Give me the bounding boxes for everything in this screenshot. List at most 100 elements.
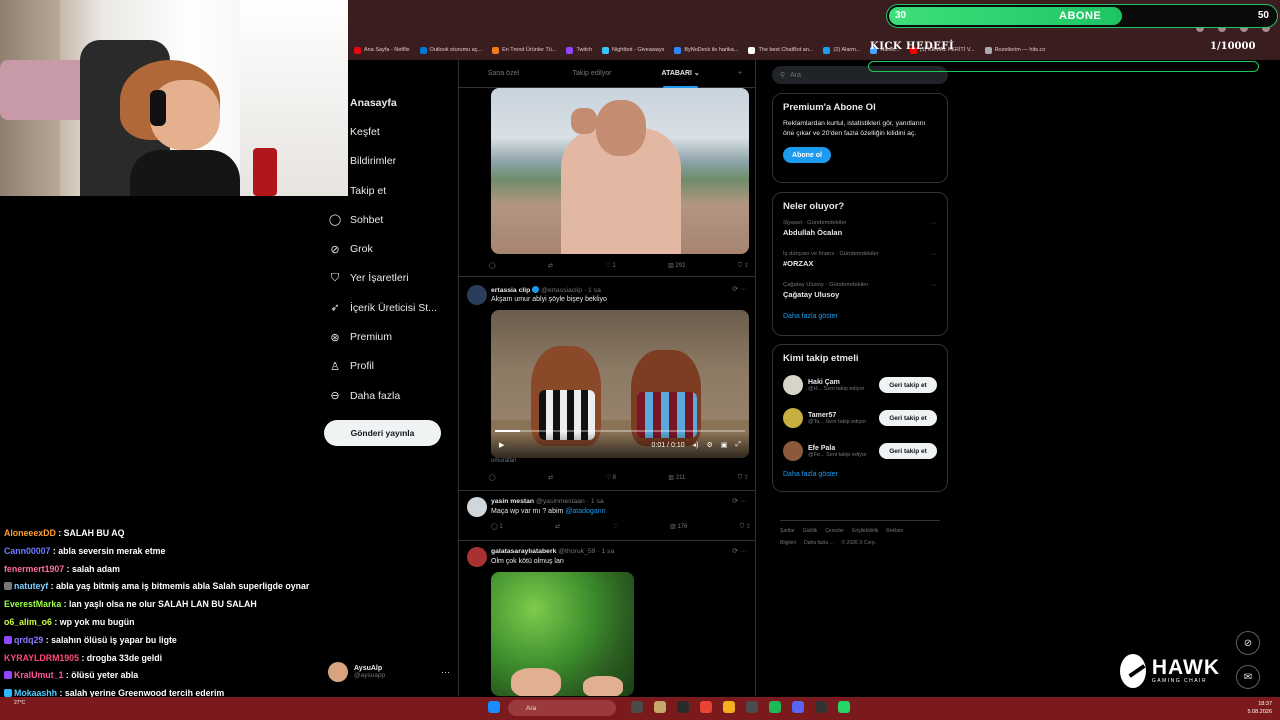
post-button[interactable]: Gönderi yayınla (324, 420, 441, 446)
views-icon[interactable]: ▥ 211 (668, 474, 685, 482)
account-switcher[interactable]: AysuAlp @aysuapp ··· (328, 662, 450, 682)
bookmark-icon[interactable]: ⛉ ⇪ (738, 262, 749, 270)
follow-back-button[interactable]: Geri takip et (879, 377, 937, 393)
messages-icon[interactable]: ✉ (1236, 665, 1260, 689)
more-icon[interactable]: ⟳ ··· (732, 285, 747, 293)
video-thumbnail[interactable] (491, 88, 749, 254)
sidebar-item[interactable]: ⛉ Yer İşaretleri (320, 264, 460, 293)
avatar[interactable] (783, 441, 803, 461)
footer-link[interactable]: Çerezler (825, 528, 844, 534)
more-icon[interactable]: ··· (441, 667, 450, 677)
sidebar-item[interactable]: ➶ İçerik Üreticisi St... (320, 293, 460, 322)
follow-suggestion[interactable]: Haki Çam @H... Seni takip ediyor Geri taki… (783, 373, 937, 397)
reply-icon[interactable]: ◯ 1 (491, 523, 503, 531)
bookmark-item[interactable]: Outlook oturumu aç... (419, 46, 482, 54)
follow-suggestion[interactable]: Tamer57 @Ta... Seni takip ediyor Geri taki… (783, 406, 937, 430)
tweet-author[interactable]: galatasaraylıataberk (491, 548, 556, 555)
like-icon[interactable]: ♡ 1 (605, 262, 615, 270)
show-more-link[interactable]: Daha fazla göster (783, 471, 947, 478)
repost-icon[interactable]: ⇄ (555, 523, 560, 531)
video-source[interactable]: umurafan (491, 458, 516, 464)
timeline-tab[interactable]: Takip edilyor (548, 60, 637, 88)
sidebar-item[interactable]: Bildirimler (320, 147, 460, 176)
avatar[interactable] (467, 547, 487, 567)
taskbar-app-icon[interactable] (654, 701, 666, 713)
tweet-image[interactable] (491, 572, 634, 696)
pip-icon[interactable]: ▣ (721, 441, 728, 449)
more-icon[interactable]: ··· (930, 220, 937, 227)
sidebar-item[interactable]: Anasayfa (320, 88, 460, 117)
avatar[interactable] (467, 497, 487, 517)
follow-back-button[interactable]: Geri takip et (879, 410, 937, 426)
footer-link[interactable]: Daha fazla ... (804, 540, 833, 546)
taskbar-app-icon[interactable] (723, 701, 735, 713)
bookmark-item[interactable]: En Trend Ürünler Tü... (492, 46, 556, 54)
taskbar-app-icon[interactable] (700, 701, 712, 713)
avatar[interactable] (783, 408, 803, 428)
settings-icon[interactable]: ⚙ (706, 441, 712, 449)
bookmark-item[interactable]: ByNoDeck ile harika... (674, 46, 738, 54)
bookmark-icon[interactable]: ⛉ ⇪ (740, 523, 751, 531)
sidebar-item[interactable]: Takip et (320, 176, 460, 205)
views-icon[interactable]: ▥ 292 (668, 262, 685, 270)
taskbar-app-icon[interactable] (746, 701, 758, 713)
play-icon[interactable]: ▶ (499, 441, 504, 449)
trend-item[interactable]: Siyaset · Gündemdekiler Abdullah Öcalan ··… (783, 220, 937, 243)
trend-item[interactable]: Çağatay Ulusoy · Gündemdekiler Çağatay Ul… (783, 282, 937, 305)
like-icon[interactable]: ♡ (612, 523, 617, 531)
bookmark-item[interactable]: Nightbot - Giveaways (602, 46, 664, 54)
grok-icon[interactable]: ⊘ (1236, 631, 1260, 655)
views-icon[interactable]: ▥ 176 (670, 523, 687, 531)
like-icon[interactable]: ♡ 8 (606, 474, 616, 482)
sidebar-item[interactable]: ⊛ Premium (320, 322, 460, 351)
taskbar-app-icon[interactable] (792, 701, 804, 713)
bookmark-icon[interactable]: ⛉ ⇪ (738, 474, 749, 482)
more-icon[interactable]: ··· (930, 282, 937, 289)
taskbar-app-icon[interactable] (488, 701, 500, 713)
show-more-link[interactable]: Daha fazla göster (783, 313, 947, 320)
footer-link[interactable]: Erişilebilirlik (852, 528, 878, 534)
reply-icon[interactable]: ◯ (489, 262, 496, 270)
fullscreen-icon[interactable]: ⤢ (735, 441, 741, 449)
taskbar-app-icon[interactable] (631, 701, 643, 713)
more-icon[interactable]: ⟳ ··· (732, 497, 747, 505)
taskbar-app-icon[interactable] (769, 701, 781, 713)
footer-link[interactable]: © 2026 X Corp. (842, 540, 877, 546)
sidebar-item[interactable]: Keşfet (320, 117, 460, 146)
trend-item[interactable]: İş dünyası ve finans · Gündemdekiler #ORZ… (783, 251, 937, 274)
footer-link[interactable]: Şartlar (780, 528, 795, 534)
footer-link[interactable]: Gizlilik (803, 528, 817, 534)
avatar[interactable] (783, 375, 803, 395)
timeline-tab[interactable]: ATABARI ⌄ (636, 60, 725, 88)
timeline-tab[interactable]: Sana özel (459, 60, 548, 88)
bookmark-item[interactable]: The best ChatBot an... (748, 46, 813, 54)
taskbar-app-icon[interactable] (838, 701, 850, 713)
subscribe-button[interactable]: Abone ol (783, 147, 831, 163)
tweet-author[interactable]: ertassia clip (491, 287, 530, 294)
repost-icon[interactable]: ⇄ (548, 262, 553, 270)
taskbar-app-icon[interactable] (815, 701, 827, 713)
sidebar-item[interactable]: ♙ Profil (320, 352, 460, 381)
avatar[interactable] (467, 285, 487, 305)
taskbar-app-icon[interactable] (677, 701, 689, 713)
repost-icon[interactable]: ⇄ (548, 474, 553, 482)
sidebar-item[interactable]: ⊘ Grok (320, 234, 460, 263)
add-tab-icon[interactable]: + (725, 70, 755, 77)
follow-back-button[interactable]: Geri takip et (879, 443, 937, 459)
sidebar-item[interactable]: ⊖ Daha fazla (320, 381, 460, 410)
bookmark-item[interactable]: Ana Sayfa - Netflix (354, 46, 410, 54)
reply-icon[interactable]: ◯ (489, 474, 496, 482)
more-icon[interactable]: ··· (930, 251, 937, 258)
sidebar-item[interactable]: ◯ Sohbet (320, 205, 460, 234)
tweet[interactable]: yasin mestan @yasinmestaan · 1 sa ⟳ ··· … (459, 490, 755, 542)
volume-icon[interactable]: ◂) (693, 441, 699, 449)
video-player[interactable]: ▶ 0:01 / 0:10 ◂) ⚙ ▣ ⤢ (491, 310, 749, 458)
follow-suggestion[interactable]: Efe Pala @Fe... Seni takip ediyor Geri tak… (783, 439, 937, 463)
more-icon[interactable]: ⟳ ··· (732, 547, 747, 555)
bookmark-item[interactable]: Rozetlerim — hits.co (984, 46, 1045, 54)
tweet-author[interactable]: yasin mestan (491, 498, 534, 505)
bookmark-item[interactable]: (2) Alarm... (823, 46, 860, 54)
sidebar-item-label: Takip et (350, 184, 387, 197)
mention-link[interactable]: @atadogann (565, 508, 605, 515)
bookmark-item[interactable]: Twitch (566, 46, 592, 54)
